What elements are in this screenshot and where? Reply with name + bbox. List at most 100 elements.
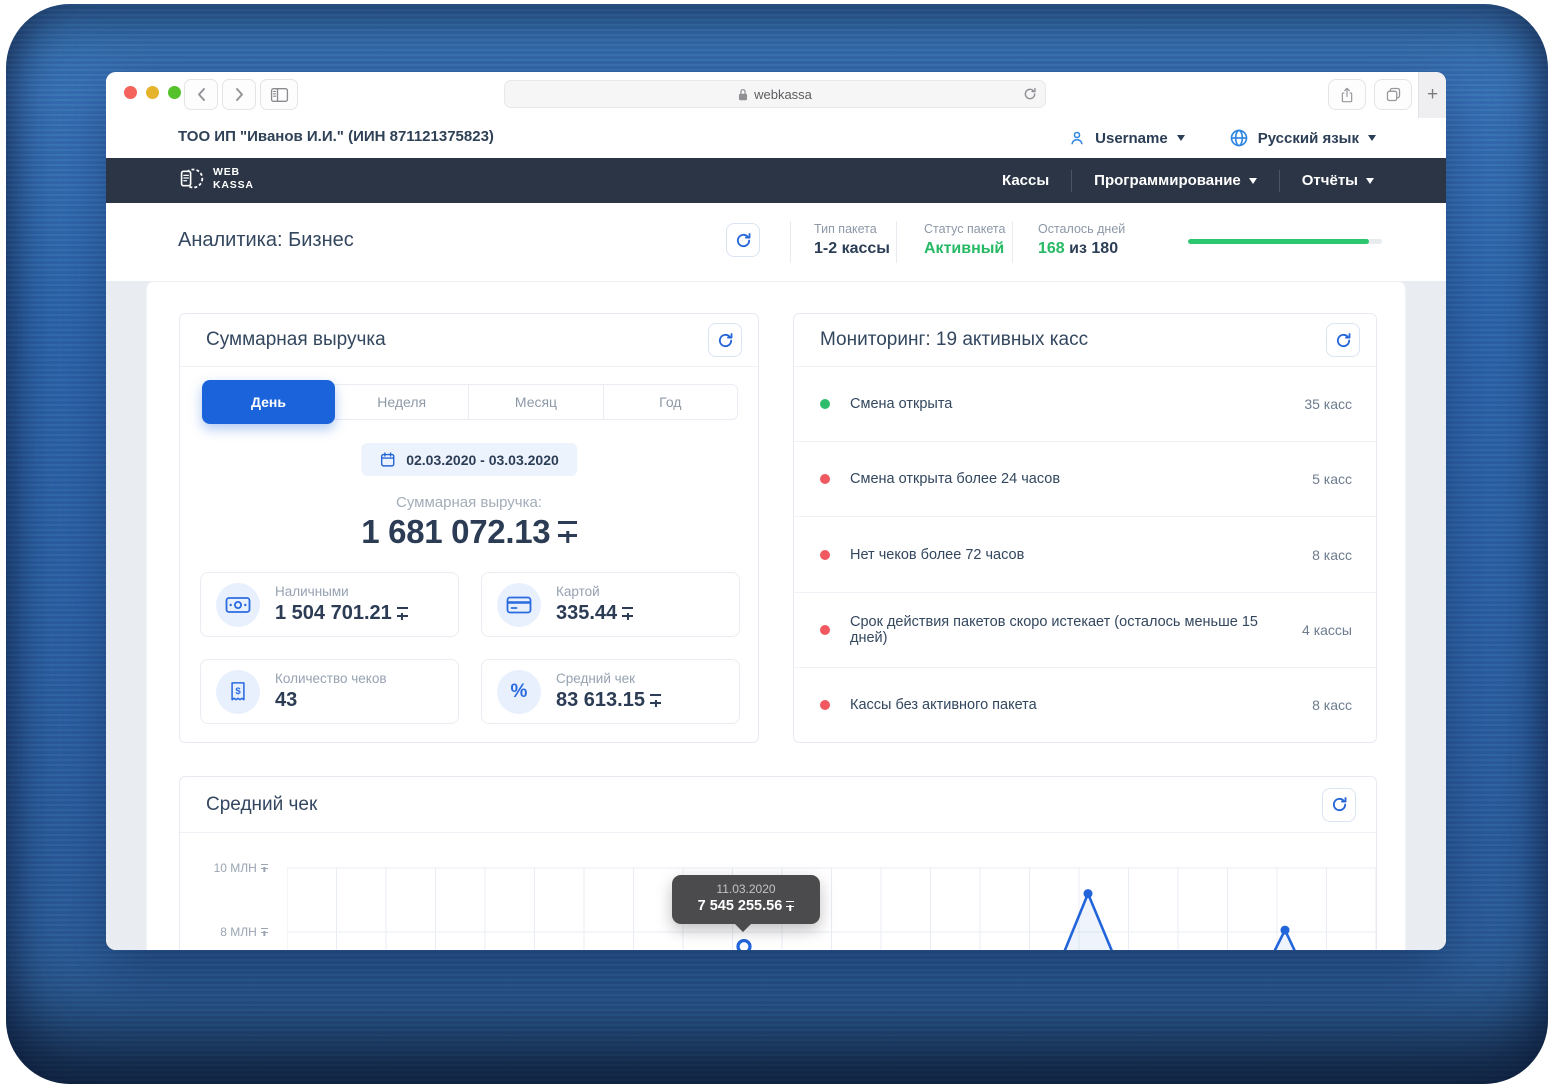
tooltip-date: 11.03.2020 [716,882,776,896]
status-dot-red [820,474,830,485]
stat-receipts-count: $ Количество чеков 43 [200,659,459,724]
status-badge: Активный [924,240,1005,257]
monitoring-row[interactable]: Смена открыта 35 касс [794,367,1376,441]
monitoring-row[interactable]: Нет чеков более 72 часов 8 касс [794,516,1376,591]
refresh-analytics-button[interactable] [726,223,760,257]
status-dot-green [820,399,830,410]
days-left: Осталось дней 168 из 180 [1038,222,1126,257]
plus-icon: + [1426,84,1439,105]
header-divider [790,221,791,263]
language-menu[interactable]: Русский язык [1258,130,1359,147]
sidebar-toggle-button[interactable] [260,79,298,110]
nav-menu: Кассы Программирование Отчёты [1000,158,1376,203]
page-title: Аналитика: Бизнес [178,229,354,251]
main-navbar: WEB KASSA Кассы Программирование Отчёты [106,158,1446,203]
chevron-down-icon[interactable] [1176,135,1185,141]
company-name: ТОО ИП "Иванов И.И." (ИИН 871121375823) [178,128,494,145]
back-button[interactable] [184,79,218,110]
period-tabs: День Неделя Месяц Год [202,380,738,424]
nav-item-kassy[interactable]: Кассы [1000,168,1051,193]
y-axis-tick-8mln: 8 МЛН [180,925,269,939]
tab-overview-button[interactable] [1374,79,1412,110]
tab-month[interactable]: Месяц [468,384,604,420]
tab-day[interactable]: День [202,380,335,424]
nav-divider [1278,169,1280,192]
chevron-right-icon [235,88,243,101]
refresh-monitoring-button[interactable] [1326,323,1360,357]
percent-icon: % [497,669,541,714]
tooltip-value: 7 545 255.56 [697,898,783,914]
card-title: Мониторинг: 19 активных касс [820,329,1089,350]
tenge-symbol [786,901,795,911]
page-body: Суммарная выручка День Неделя Месяц Год … [106,281,1446,950]
monitoring-row[interactable]: Кассы без активного пакета 8 касс [794,666,1376,742]
package-status: Статус пакета Активный [924,222,1006,257]
total-revenue-value: 1 681 072.13 [180,513,758,551]
days-left-value: 168 [1038,240,1065,257]
browser-window: webkassa + ТОО ИП "Иванов И.И." (ИИН 871… [106,72,1446,950]
chart-tooltip: 11.03.2020 7 545 255.56 [672,875,820,932]
revenue-stats: Наличными 1 504 701.21 Картой 335.44 $ К… [200,572,740,724]
tenge-symbol [558,520,578,543]
date-range-text: 02.03.2020 - 03.03.2020 [406,451,559,468]
share-button[interactable] [1328,79,1366,110]
lock-icon [739,88,748,100]
monitoring-row[interactable]: Смена открыта более 24 часов 5 касс [794,441,1376,516]
webkassa-logo[interactable]: WEB KASSA [178,165,254,192]
monitoring-row[interactable]: Срок действия пакетов скоро истекает (ос… [794,591,1376,667]
header-divider [1012,221,1013,263]
nav-item-programming[interactable]: Программирование [1092,168,1259,193]
nav-divider [1071,169,1073,192]
card-icon [497,582,541,627]
average-check-chart[interactable] [287,860,1376,950]
refresh-chart-button[interactable] [1322,787,1356,822]
card-title: Средний чек [206,793,318,815]
date-range-picker[interactable]: 02.03.2020 - 03.03.2020 [361,443,577,476]
new-tab-button[interactable]: + [1418,72,1446,118]
refresh-revenue-button[interactable] [708,323,742,357]
status-dot-red [820,699,830,710]
total-revenue-card: Суммарная выручка День Неделя Месяц Год … [179,313,759,743]
close-window-button[interactable] [124,86,137,99]
average-check-card: Средний чек 10 МЛН 8 МЛН 11.03.2020 7 54… [179,776,1377,950]
sidebar-icon [270,87,288,102]
url-text: webkassa [754,86,812,102]
zoom-window-button[interactable] [168,86,181,99]
nav-item-reports[interactable]: Отчёты [1300,168,1376,193]
card-title: Суммарная выручка [206,329,386,350]
stat-card: Картой 335.44 [481,572,740,637]
y-axis-tick-10mln: 10 МЛН [180,861,269,875]
tab-year[interactable]: Год [602,384,738,420]
globe-icon [1230,129,1248,147]
total-revenue-label: Суммарная выручка: [395,494,543,511]
refresh-icon [718,332,732,347]
days-progress-fill [1188,239,1369,244]
receipt-icon: $ [216,669,260,714]
tenge-symbol [260,927,269,936]
monitoring-card: Мониторинг: 19 активных касс Смена откры… [793,313,1377,743]
calendar-icon [380,452,395,467]
tenge-symbol [622,606,634,621]
webkassa-logo-icon [180,168,204,189]
tab-week[interactable]: Неделя [334,384,470,420]
stat-average-check: % Средний чек 83 613.15 [481,659,740,724]
tenge-symbol [260,863,269,872]
chevron-down-icon [1366,177,1374,184]
tenge-symbol [396,606,409,621]
address-bar[interactable]: webkassa [504,80,1046,108]
page-header: Аналитика: Бизнес Тип пакета 1-2 кассы С… [106,203,1446,281]
stat-cash: Наличными 1 504 701.21 [200,572,459,637]
username-menu[interactable]: Username [1095,130,1168,147]
package-type: Тип пакета 1-2 кассы [814,222,890,257]
window-controls [124,86,181,99]
reload-icon[interactable] [1023,87,1037,104]
minimize-window-button[interactable] [146,86,159,99]
forward-button[interactable] [222,79,256,110]
cash-icon [216,582,260,627]
screenshot-canvas: webkassa + ТОО ИП "Иванов И.И." (ИИН 871… [0,0,1554,1088]
tenge-symbol [649,693,662,708]
content-panel: Суммарная выручка День Неделя Месяц Год … [146,281,1406,950]
status-dot-red [820,549,830,560]
tabs-icon [1386,87,1400,102]
chevron-down-icon[interactable] [1368,135,1376,141]
